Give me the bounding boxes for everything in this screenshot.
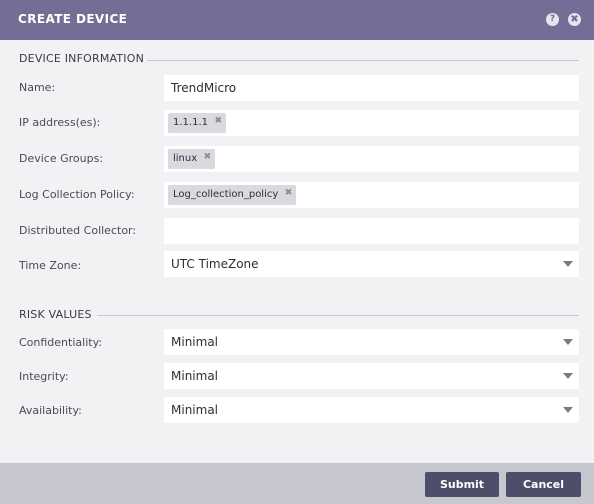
name-value: TrendMicro: [171, 81, 237, 95]
name-input[interactable]: TrendMicro: [164, 75, 579, 101]
name-label: Name:: [19, 81, 56, 94]
section-heading-risk-values: RISK VALUES: [19, 308, 92, 321]
integrity-value: Minimal: [171, 369, 219, 383]
availability-label: Availability:: [19, 404, 82, 417]
dialog-title-bar: CREATE DEVICE ? ✖: [0, 0, 594, 40]
chevron-down-icon: [563, 339, 573, 345]
log-collection-policy-input[interactable]: Log_collection_policy ✖: [164, 182, 579, 208]
section-divider: [147, 60, 579, 61]
submit-button[interactable]: Submit: [425, 472, 499, 497]
confidentiality-select[interactable]: Minimal: [164, 329, 579, 355]
device-group-tag: linux ✖: [168, 149, 216, 169]
time-zone-label: Time Zone:: [19, 259, 82, 272]
help-icon[interactable]: ?: [546, 13, 559, 26]
confidentiality-label: Confidentiality:: [19, 336, 102, 349]
chevron-down-icon: [563, 373, 573, 379]
integrity-label: Integrity:: [19, 370, 69, 383]
tag-text: Log_collection_policy: [173, 189, 279, 200]
remove-tag-icon[interactable]: ✖: [285, 185, 293, 201]
dialog-body: DEVICE INFORMATION Name: TrendMicro IP a…: [0, 40, 594, 463]
ip-address-tag: 1.1.1.1 ✖: [168, 113, 226, 133]
device-groups-input[interactable]: linux ✖: [164, 146, 579, 172]
ip-address-input[interactable]: 1.1.1.1 ✖: [164, 110, 579, 136]
remove-tag-icon[interactable]: ✖: [204, 149, 212, 165]
log-collection-policy-label: Log Collection Policy:: [19, 188, 135, 201]
time-zone-select[interactable]: UTC TimeZone: [164, 251, 579, 277]
device-groups-label: Device Groups:: [19, 152, 104, 165]
availability-select[interactable]: Minimal: [164, 397, 579, 423]
distributed-collector-label: Distributed Collector:: [19, 224, 137, 237]
time-zone-value: UTC TimeZone: [171, 257, 259, 271]
remove-tag-icon[interactable]: ✖: [214, 113, 222, 129]
section-divider: [97, 315, 579, 316]
ip-address-label: IP address(es):: [19, 116, 101, 129]
confidentiality-value: Minimal: [171, 335, 219, 349]
distributed-collector-input[interactable]: [164, 218, 579, 244]
chevron-down-icon: [563, 407, 573, 413]
integrity-select[interactable]: Minimal: [164, 363, 579, 389]
dialog-footer: Submit Cancel: [0, 463, 594, 504]
chevron-down-icon: [563, 261, 573, 267]
cancel-button[interactable]: Cancel: [506, 472, 581, 497]
dialog-title: CREATE DEVICE: [18, 12, 128, 26]
close-icon[interactable]: ✖: [568, 13, 581, 26]
tag-text: linux: [173, 153, 198, 164]
availability-value: Minimal: [171, 403, 219, 417]
tag-text: 1.1.1.1: [173, 117, 208, 128]
section-heading-device-information: DEVICE INFORMATION: [19, 52, 145, 65]
log-policy-tag: Log_collection_policy ✖: [168, 185, 297, 205]
